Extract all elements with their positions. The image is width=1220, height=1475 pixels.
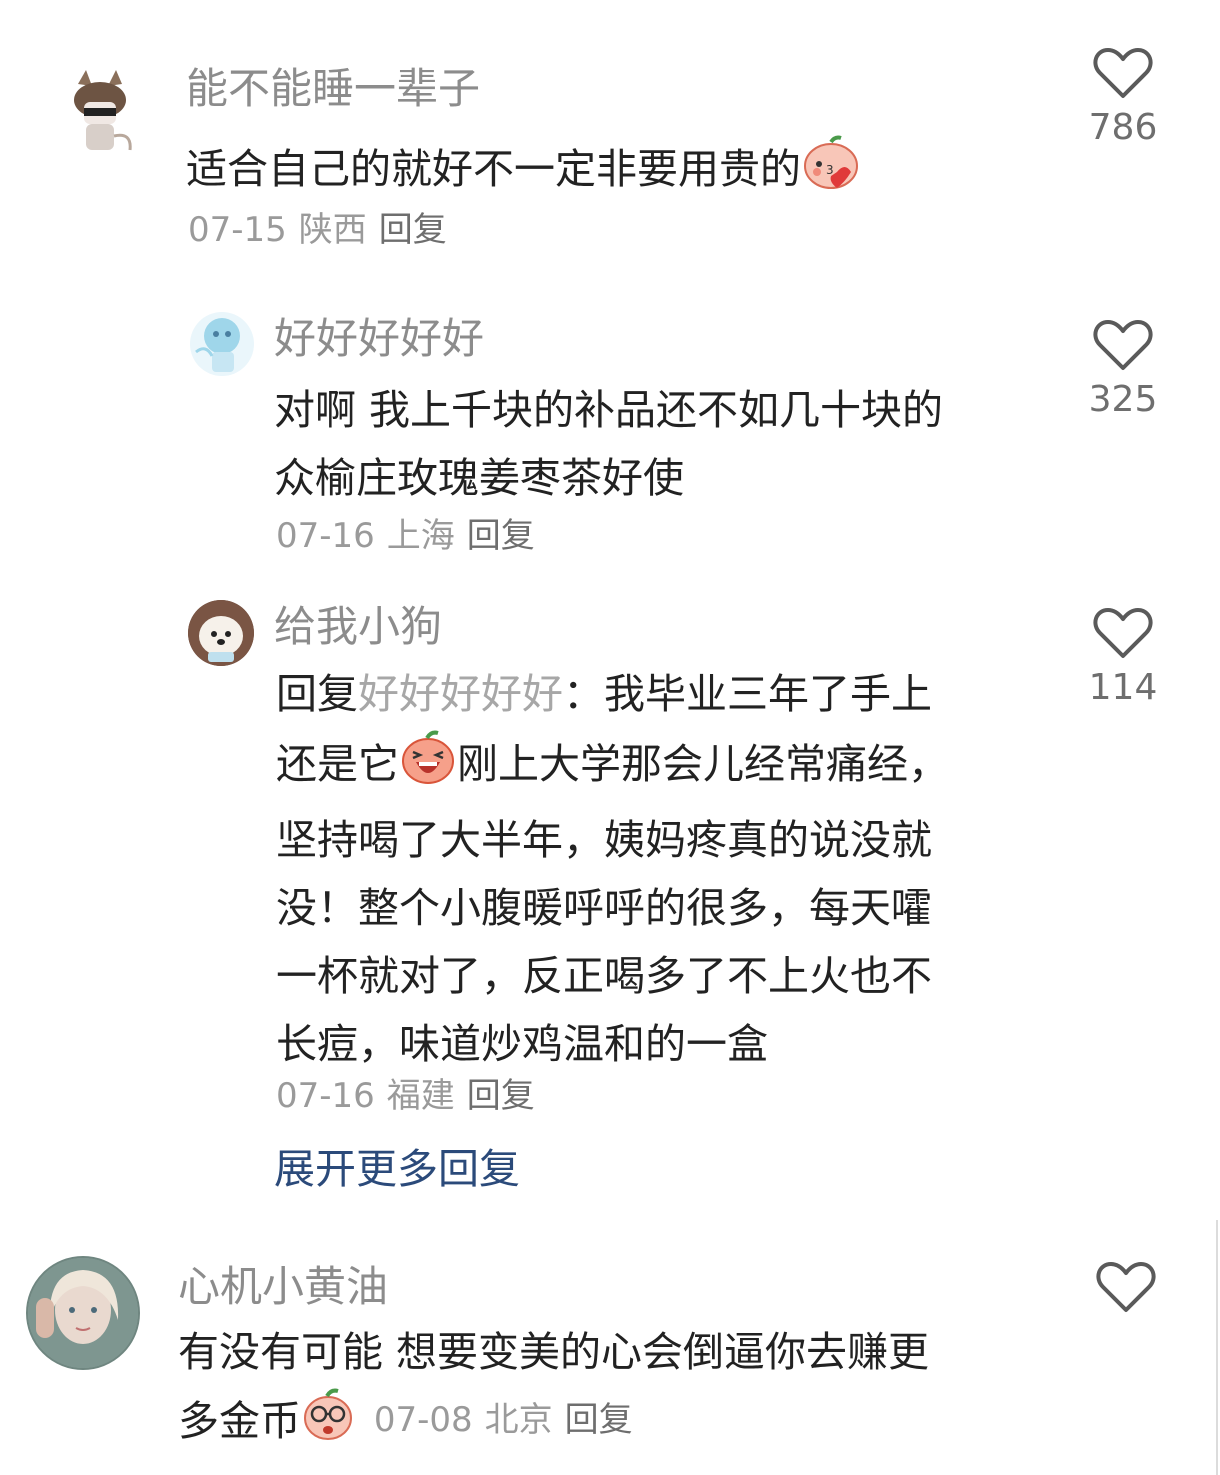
- username[interactable]: 心机小黄油: [178, 1262, 388, 1312]
- like-button[interactable]: [1086, 1260, 1166, 1314]
- comment-2: 好好好好好 对啊 我上千块的补品还不如几十块的 众榆庄玫瑰姜枣茶好使 07-16…: [0, 290, 1220, 580]
- comment-text-line: 对啊 我上千块的补品还不如几十块的: [274, 386, 944, 434]
- avatar[interactable]: [26, 1256, 140, 1370]
- comment-text: 有没有可能 想要变美的心会倒逼你去赚更 多金币 07-08 北京 回复: [178, 1318, 1038, 1462]
- heart-icon: [1096, 1262, 1156, 1312]
- comment-meta: 07-08 北京 回复: [363, 1400, 645, 1440]
- glasses-emoji: [301, 1386, 355, 1462]
- comment-date: 07-15: [188, 210, 287, 250]
- comment-date: 07-16: [276, 1076, 375, 1116]
- comment-location: 上海: [386, 516, 455, 556]
- comment-date: 07-08: [373, 1400, 473, 1440]
- heart-icon: [1093, 608, 1153, 658]
- blush-kiss-emoji: 3: [801, 132, 861, 212]
- comment-text-line: 没！整个小腹暖呼呼的很多，每天嚯: [276, 884, 932, 932]
- mention-link[interactable]: 好好好好好: [358, 670, 563, 718]
- comment-text-line: 一杯就对了，反正喝多了不上火也不: [276, 952, 932, 1000]
- comment-text-line: 众榆庄玫瑰姜枣茶好使: [274, 454, 684, 502]
- username[interactable]: 能不能睡一辈子: [186, 64, 480, 114]
- reply-prefix: 回复: [276, 670, 358, 718]
- comment-location: 陕西: [298, 210, 367, 250]
- like-count: 325: [1088, 379, 1158, 420]
- avatar[interactable]: [190, 312, 254, 376]
- like-button[interactable]: 114: [1083, 606, 1163, 710]
- comment-text-line: 有没有可能 想要变美的心会倒逼你去赚更: [178, 1328, 930, 1376]
- reply-button[interactable]: 回复: [379, 210, 447, 250]
- comment-text-content: 我毕业三年了手上: [604, 670, 932, 718]
- expand-more-replies-button[interactable]: 展开更多回复: [274, 1144, 520, 1194]
- reply-button[interactable]: 回复: [467, 1076, 535, 1116]
- comment-text: 适合自己的就好不一定非要用贵的 3: [186, 132, 861, 212]
- comment-date: 07-16: [276, 516, 375, 556]
- comment-text: 回复好好好好好：我毕业三年了手上 还是它 刚上大学那会儿经常痛经， 坚持喝了大半…: [276, 660, 1056, 1078]
- heart-icon: [1093, 48, 1153, 98]
- username[interactable]: 好好好好好: [274, 314, 484, 364]
- avatar[interactable]: [62, 66, 138, 156]
- comment-1: 能不能睡一辈子 适合自己的就好不一定非要用贵的 3 07-15 陕西 回复 786: [0, 0, 1220, 270]
- reply-button[interactable]: 回复: [467, 516, 535, 556]
- reply-button[interactable]: 回复: [565, 1400, 633, 1440]
- colon: ：: [563, 670, 604, 718]
- comment-text-line: 多金币 07-08 北京 回复: [178, 1386, 1038, 1462]
- comment-text-line: 回复好好好好好：我毕业三年了手上: [276, 660, 1056, 728]
- username[interactable]: 给我小狗: [274, 602, 442, 652]
- svg-text:3: 3: [826, 163, 834, 177]
- like-button[interactable]: 786: [1083, 46, 1163, 150]
- comment-text-content: 多金币: [178, 1397, 301, 1445]
- comment-3: 给我小狗 回复好好好好好：我毕业三年了手上 还是它 刚上大学那会儿经常痛经， 坚…: [0, 596, 1220, 1206]
- comment-location: 福建: [386, 1076, 455, 1116]
- scrollbar[interactable]: [1216, 1220, 1218, 1475]
- comment-meta: 07-15 陕西 回复: [188, 210, 459, 250]
- comment-text-content: 还是它: [276, 740, 399, 788]
- comment-meta: 07-16 福建 回复: [276, 1076, 547, 1116]
- comment-text-content: 适合自己的就好不一定非要用贵的: [186, 145, 801, 193]
- like-button[interactable]: 325: [1083, 318, 1163, 422]
- comment-4: 心机小黄油 有没有可能 想要变美的心会倒逼你去赚更 多金币 07-08 北京 回复: [0, 1236, 1220, 1475]
- comment-text-line: 长痘，味道炒鸡温和的一盒: [276, 1020, 768, 1068]
- comment-text-line: 坚持喝了大半年，姨妈疼真的说没就: [276, 816, 932, 864]
- like-count: 114: [1088, 667, 1158, 708]
- comment-text-content: 刚上大学那会儿经常痛经，: [457, 740, 949, 788]
- like-count: 786: [1088, 107, 1158, 148]
- laughing-emoji: [399, 728, 457, 806]
- heart-icon: [1093, 320, 1153, 370]
- comment-location: 北京: [484, 1400, 553, 1440]
- comment-text-line: 还是它 刚上大学那会儿经常痛经，: [276, 728, 1056, 806]
- avatar[interactable]: [188, 600, 254, 666]
- comment-text: 对啊 我上千块的补品还不如几十块的 众榆庄玫瑰姜枣茶好使: [274, 376, 1034, 512]
- comment-meta: 07-16 上海 回复: [276, 516, 547, 556]
